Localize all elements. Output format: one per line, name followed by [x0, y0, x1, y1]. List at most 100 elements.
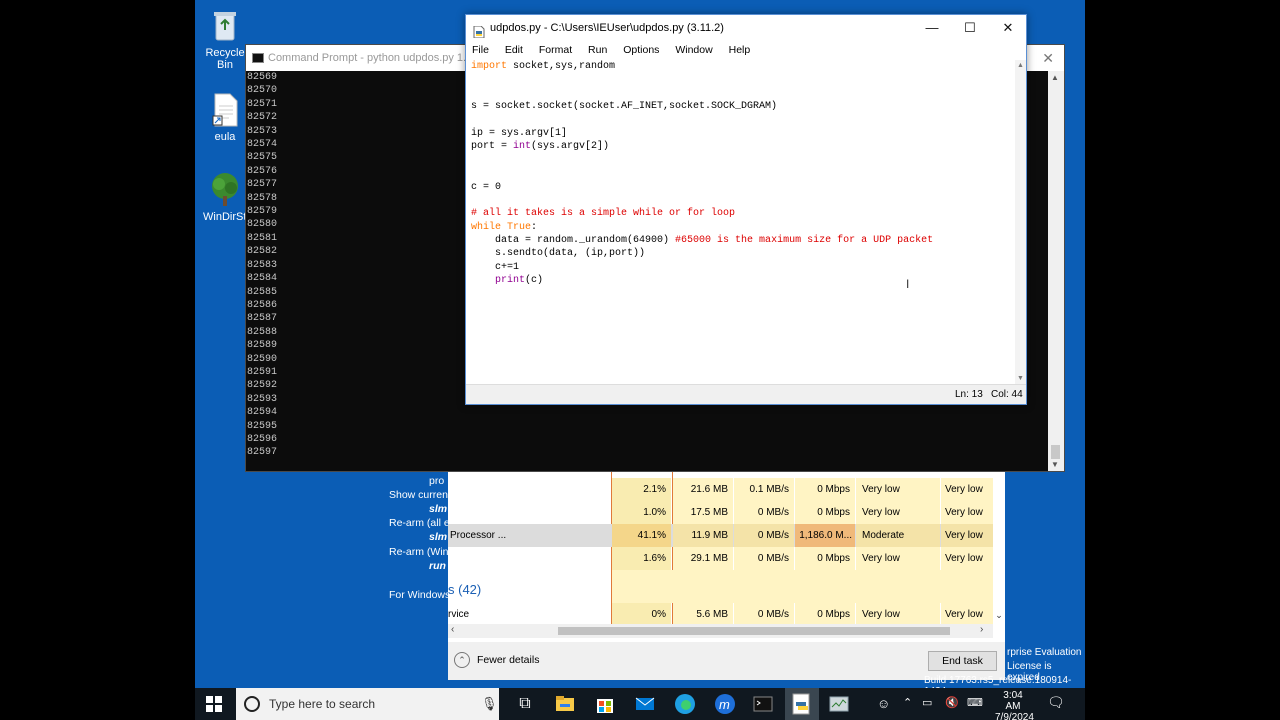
recycle-bin-icon — [207, 8, 243, 44]
cmd-line: 82575 — [247, 152, 278, 164]
memory-cell: 29.1 MB — [673, 547, 733, 570]
command-prompt-taskbar-icon[interactable] — [751, 692, 775, 716]
cmd-line: 82578 — [247, 192, 278, 204]
volume-muted-icon[interactable]: 🔇 — [945, 696, 959, 709]
code-line: port = int(sys.argv[2]) — [471, 140, 933, 153]
scroll-down-icon[interactable]: ▼ — [1051, 460, 1059, 469]
cmd-line: 82589 — [247, 340, 278, 352]
scroll-left-icon[interactable]: ‹ — [451, 624, 454, 635]
code-line: c = 0 — [471, 181, 933, 194]
process-row[interactable]: 1.0% 17.5 MB 0 MB/s 0 Mbps Very low Very… — [448, 501, 993, 524]
memory-cell: 21.6 MB — [673, 478, 733, 501]
scroll-up-icon[interactable]: ▲ — [1051, 73, 1059, 82]
cmd-title: Command Prompt - python udpdos.py 1.1 — [268, 52, 473, 64]
horizontal-scrollbar[interactable]: ‹ › — [448, 624, 993, 638]
cmd-line: 82573 — [247, 125, 278, 137]
menu-options[interactable]: Options — [623, 44, 659, 56]
chevron-up-icon[interactable]: ⌃ — [454, 652, 470, 668]
clock-date: 7/9/2024 — [995, 712, 1034, 720]
behind-text-1: pro — [429, 475, 445, 487]
cmd-line: 82591 — [247, 366, 278, 378]
menu-file[interactable]: File — [472, 44, 489, 56]
app-m-icon[interactable]: m — [713, 692, 737, 716]
cmd-line: 82585 — [247, 286, 278, 298]
clock[interactable]: 3:04 AM 7/9/2024 — [995, 690, 1034, 720]
process-row[interactable]: 2.1% 21.6 MB 0.1 MB/s 0 Mbps Very low Ve… — [448, 478, 993, 501]
code-line: print(c) — [471, 274, 933, 287]
language-icon[interactable]: ⌨ — [967, 696, 983, 709]
menu-format[interactable]: Format — [539, 44, 572, 56]
code-editor[interactable]: import socket,sys,random s = socket.socke… — [471, 60, 933, 288]
document-icon — [207, 92, 243, 128]
scrollbar-thumb[interactable] — [558, 627, 950, 635]
cmd-icon — [252, 53, 264, 63]
process-row-selected[interactable]: Processor ... 41.1% 11.9 MB 0 MB/s 1,186… — [448, 524, 993, 547]
code-token: port = — [471, 141, 514, 153]
show-hidden-icons-icon[interactable]: ⌃ — [903, 696, 912, 709]
idle-title-bar[interactable]: udpdos.py - C:\Users\IEUser\udpdos.py (3… — [466, 15, 1026, 41]
idle-editor-window: udpdos.py - C:\Users\IEUser\udpdos.py (3… — [465, 14, 1027, 405]
process-row[interactable]: 1.6% 29.1 MB 0 MB/s 0 Mbps Very low Very… — [448, 547, 993, 570]
cmd-close-icon[interactable]: ✕ — [1042, 45, 1054, 71]
code-token: s = socket.socket(socket.AF_INET,socket.… — [471, 101, 778, 113]
code-line: c+=1 — [471, 261, 933, 274]
code-token: True — [501, 221, 532, 233]
editor-scrollbar[interactable]: ▲ ▼ — [1015, 60, 1026, 384]
cmd-scrollbar[interactable]: ▲ ▼ — [1048, 71, 1064, 471]
file-explorer-icon[interactable] — [553, 692, 577, 716]
microphone-icon[interactable]: 🎙 — [481, 688, 498, 720]
cmd-line: 82574 — [247, 139, 278, 151]
maximize-icon[interactable]: ☐ — [951, 15, 989, 41]
network-cell: 0 Mbps — [795, 478, 855, 501]
menu-window[interactable]: Window — [675, 44, 712, 56]
idle-menu-bar: File Edit Format Run Options Window Help — [466, 41, 1026, 59]
group-header-row — [448, 570, 993, 603]
process-name: rvice — [448, 609, 470, 620]
cmd-line: 82582 — [247, 246, 278, 258]
scroll-down-icon[interactable]: ⌄ — [993, 610, 1005, 624]
menu-help[interactable]: Help — [729, 44, 751, 56]
cmd-scrollbar-thumb[interactable] — [1051, 445, 1060, 459]
menu-edit[interactable]: Edit — [505, 44, 523, 56]
taskbar-search-box[interactable]: Type here to search 🎙 — [236, 688, 499, 720]
mail-icon[interactable] — [633, 692, 657, 716]
code-token: import — [471, 61, 508, 72]
end-task-button[interactable]: End task — [928, 651, 997, 671]
power-trend-cell: Very low — [941, 478, 993, 501]
disk-cell: 0 MB/s — [734, 501, 794, 524]
python-idle-taskbar-icon[interactable] — [785, 688, 819, 720]
task-view-icon[interactable]: ⧉ — [513, 692, 537, 716]
process-name: Processor ... — [450, 524, 610, 547]
task-manager-taskbar-icon[interactable] — [827, 692, 851, 716]
watermark-line-1: rprise Evaluation — [1007, 647, 1082, 658]
fewer-details-link[interactable]: Fewer details — [477, 654, 539, 666]
scroll-down-icon[interactable]: ▼ — [1017, 375, 1024, 382]
scroll-up-icon[interactable]: ▲ — [1017, 62, 1024, 69]
cmd-line: 82587 — [247, 313, 278, 325]
notifications-icon[interactable]: 🗨 — [1047, 694, 1065, 711]
network-cell: 0 Mbps — [795, 547, 855, 570]
behind-text-5: slm — [429, 531, 448, 543]
cpu-cell: 2.1% — [612, 478, 671, 501]
windows-start-icon[interactable] — [205, 695, 223, 713]
minimize-icon[interactable]: — — [913, 15, 951, 41]
text-cursor-icon: I — [906, 277, 910, 291]
code-token: ip = sys.argv[1] — [471, 127, 568, 139]
close-icon[interactable]: ✕ — [989, 15, 1027, 41]
process-row[interactable]: rvice 0% 5.6 MB 0 MB/s 0 Mbps Very low V… — [448, 603, 993, 626]
cmd-line: 82588 — [247, 326, 278, 338]
network-cell: 0 Mbps — [795, 501, 855, 524]
cpu-cell: 0% — [612, 603, 671, 626]
code-token: data = random._urandom(64900) — [471, 235, 676, 247]
people-icon[interactable]: ☺ — [877, 696, 890, 711]
menu-run[interactable]: Run — [588, 44, 607, 56]
scroll-right-icon[interactable]: › — [980, 624, 983, 635]
process-name — [450, 501, 610, 524]
network-icon[interactable]: ▭ — [922, 696, 932, 709]
edge-icon[interactable] — [673, 692, 697, 716]
store-icon[interactable] — [593, 692, 617, 716]
behind-text-3: slm — [429, 503, 448, 515]
search-icon — [244, 696, 260, 712]
